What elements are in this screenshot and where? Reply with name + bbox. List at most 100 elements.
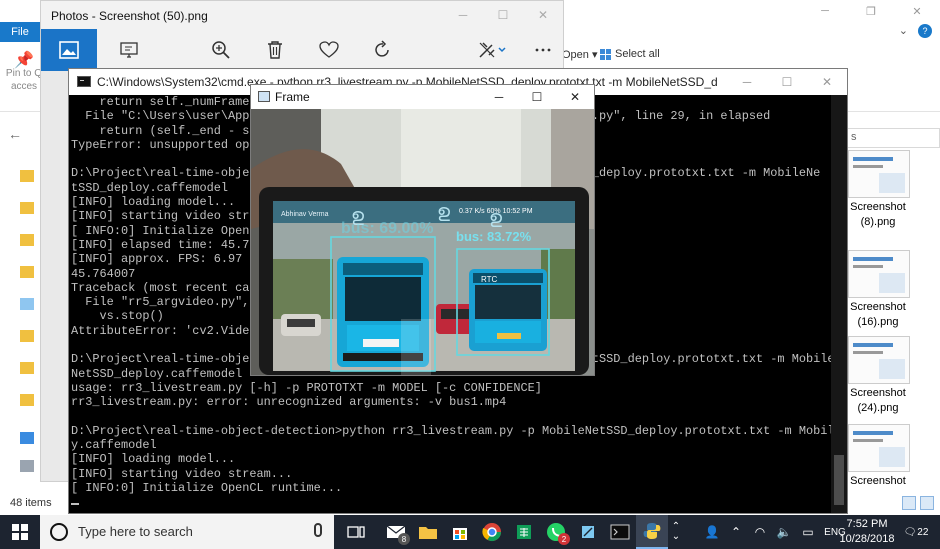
screenshot-thumbnail [848, 336, 910, 384]
navigation-pane [0, 160, 40, 490]
swirl-icon: ഉ [437, 201, 450, 222]
explorer-maximize-button[interactable]: ❐ [848, 0, 894, 22]
scrollbar-thumb[interactable] [834, 455, 844, 505]
python-app[interactable] [636, 515, 668, 549]
more-options-button[interactable] [525, 29, 561, 71]
file-item[interactable]: Screenshot (8).png [848, 150, 914, 230]
cmd-minimize-button[interactable]: ─ [727, 69, 767, 95]
back-arrow-icon[interactable]: ← [8, 126, 22, 142]
edit-icon [479, 42, 506, 58]
folder-icon [419, 527, 437, 539]
frame-minimize-button[interactable]: ─ [480, 85, 518, 109]
frame-close-button[interactable]: ✕ [556, 85, 594, 109]
onedrive-icon[interactable] [20, 298, 34, 310]
console-line: [INFO] starting video stream... [71, 466, 293, 481]
folder-icon[interactable] [20, 394, 34, 406]
clock[interactable]: 7:52 PM 10/28/2018 [836, 517, 898, 547]
battery-icon[interactable]: ▭ [796, 515, 820, 549]
console-line: y.caffemodel [71, 438, 157, 453]
select-all-button[interactable]: Select all [600, 48, 660, 60]
start-button[interactable] [0, 515, 40, 549]
store-app[interactable] [444, 515, 476, 549]
pin-label-1: Pin to Q [5, 68, 43, 79]
photos-close-button[interactable]: ✕ [523, 1, 563, 29]
people-icon[interactable]: 👤 [700, 515, 724, 549]
detection-label-faded: bus: 69.00% [341, 220, 433, 237]
explorer-window-controls: ─ ❐ ✕ [802, 0, 940, 22]
details-view-button[interactable] [902, 496, 916, 510]
chevron-down-icon[interactable]: ⌄ [899, 24, 908, 38]
frame-app-icon [258, 91, 270, 102]
taskbar: Type here to search 8 2 ⌃ ⌄ 👤 ⌃ ◠ 🔈 ▭ ENG [0, 515, 940, 549]
cmd-close-button[interactable]: ✕ [807, 69, 847, 95]
rotate-icon [375, 40, 389, 57]
whatsapp-app[interactable]: 2 [540, 515, 572, 549]
this-pc-icon[interactable] [20, 460, 34, 472]
spreadsheet-icon [517, 525, 531, 539]
trash-icon [268, 41, 282, 59]
help-icon[interactable]: ? [918, 24, 932, 38]
windows-icon [12, 524, 28, 540]
explorer-minimize-button[interactable]: ─ [802, 0, 848, 22]
explorer-search-box[interactable]: s [846, 128, 940, 148]
folder-icon[interactable] [20, 170, 34, 182]
store-icon [453, 528, 467, 540]
terminal-icon [610, 524, 630, 540]
cmd-scrollbar[interactable] [831, 95, 847, 513]
phone-header: Abhinav Vermа [281, 211, 329, 218]
console-line: usage: rr3_livestream.py [-h] -p PROTOTX… [71, 380, 542, 395]
wifi-icon[interactable]: ◠ [748, 515, 772, 549]
ribbon-controls: ⌄ ? [899, 24, 932, 38]
volume-icon[interactable]: 🔈 [772, 515, 796, 549]
cmd-taskbar-app[interactable] [604, 515, 636, 549]
action-center-button[interactable]: 🗨 22 [904, 521, 929, 543]
folder-icon[interactable] [20, 362, 34, 374]
file-tab[interactable]: File [0, 22, 40, 42]
photos-maximize-button[interactable]: ☐ [483, 1, 523, 29]
sheets-app[interactable] [508, 515, 540, 549]
view-photo-button[interactable] [41, 29, 97, 71]
heart-icon [319, 41, 339, 58]
microphone-icon[interactable] [314, 523, 322, 537]
zoom-button[interactable] [203, 29, 239, 71]
file-item[interactable]: Screenshot [848, 424, 914, 489]
file-explorer-app[interactable] [412, 515, 444, 549]
cortana-icon [50, 523, 68, 541]
slideshow-button[interactable] [111, 29, 147, 71]
zoom-in-icon [212, 41, 230, 59]
detection-label: bus: 83.72% [456, 229, 532, 244]
folder-icon[interactable] [20, 234, 34, 246]
edit-create-button[interactable] [471, 29, 515, 71]
show-hidden-icons-button[interactable]: ⌃ [724, 515, 748, 549]
folder-icon[interactable] [20, 330, 34, 342]
more-icon [535, 48, 551, 52]
rotate-button[interactable] [365, 29, 401, 71]
clock-date: 10/28/2018 [839, 533, 895, 545]
taskbar-search-box[interactable]: Type here to search [40, 515, 334, 549]
favorite-button[interactable] [311, 29, 347, 71]
taskbar-scroll[interactable]: ⌃ ⌄ [668, 515, 684, 549]
file-item[interactable]: Screenshot (24).png [848, 336, 914, 416]
screenshot-thumbnail [848, 424, 910, 472]
folder-icon[interactable] [20, 266, 34, 278]
mail-app[interactable]: 8 [380, 515, 412, 549]
large-icons-view-button[interactable] [920, 496, 934, 510]
frame-maximize-button[interactable]: ☐ [518, 85, 556, 109]
notes-app[interactable] [572, 515, 604, 549]
chrome-app[interactable] [476, 515, 508, 549]
explorer-close-button[interactable]: ✕ [894, 0, 940, 22]
file-item[interactable]: Screenshot (16).png [848, 250, 914, 330]
delete-button[interactable] [257, 29, 293, 71]
photos-toolbar [41, 29, 563, 71]
folder-icon[interactable] [20, 202, 34, 214]
notes-icon [582, 526, 594, 538]
task-view-button[interactable] [340, 515, 372, 549]
file-name: Screenshot (8).png [850, 201, 906, 228]
onedrive-icon[interactable] [20, 432, 34, 444]
pin-to-quick-access-button[interactable]: 📌 Pin to Q acces [4, 53, 44, 93]
cmd-maximize-button[interactable]: ☐ [767, 69, 807, 95]
search-placeholder: Type here to search [78, 524, 193, 539]
photos-titlebar: Photos - Screenshot (50).png ─ ☐ ✕ [41, 1, 563, 29]
open-button[interactable]: Open ▾ [562, 48, 598, 61]
photos-minimize-button[interactable]: ─ [443, 1, 483, 29]
